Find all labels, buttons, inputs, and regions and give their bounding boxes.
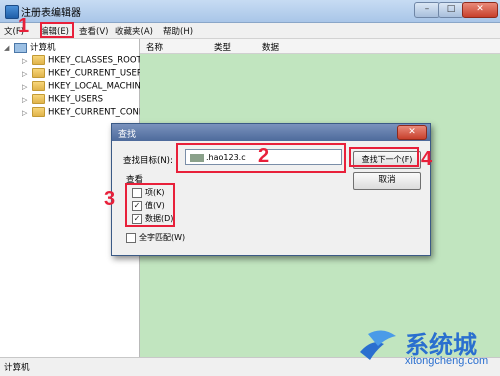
regedit-icon: [5, 5, 19, 19]
expand-arrow-icon[interactable]: ▷: [22, 70, 32, 78]
expand-arrow-icon[interactable]: ▷: [22, 96, 32, 104]
tree-item-hkcr[interactable]: ▷ HKEY_CLASSES_ROOT: [22, 55, 142, 67]
folder-icon: [32, 68, 45, 78]
checkbox-match-whole[interactable]: [126, 232, 136, 243]
annotation-box-3: [125, 183, 175, 227]
menu-view[interactable]: 查看(V): [79, 25, 108, 37]
close-button[interactable]: ✕: [462, 2, 498, 18]
expand-arrow-icon[interactable]: ▷: [22, 109, 32, 117]
folder-icon: [32, 94, 45, 104]
tree-item-computer[interactable]: ◢ 计算机: [4, 41, 56, 53]
list-header: 名称 类型 数据: [140, 39, 500, 54]
annotation-box-1: [40, 22, 74, 38]
cancel-button[interactable]: 取消: [353, 172, 421, 190]
option-match-whole[interactable]: 全字匹配(W): [126, 232, 185, 243]
window-title: 注册表编辑器: [21, 8, 81, 19]
dialog-title-bar: 查找 ✕: [112, 124, 430, 141]
find-target-label: 查找目标(N):: [123, 156, 173, 166]
tree-item-hku[interactable]: ▷ HKEY_USERS: [22, 94, 103, 106]
folder-icon: [32, 107, 45, 117]
expand-arrow-icon[interactable]: ▷: [22, 83, 32, 91]
column-data[interactable]: 数据: [262, 41, 279, 53]
tree-item-hklm[interactable]: ▷ HKEY_LOCAL_MACHINE: [22, 81, 146, 93]
tree-item-hkcc[interactable]: ▷ HKEY_CURRENT_CONFIG: [22, 107, 153, 119]
folder-icon: [32, 81, 45, 91]
annotation-number-2: 2: [258, 145, 270, 167]
minimize-button[interactable]: –: [414, 2, 440, 18]
menu-bar: 文(F) 编辑(E) 查看(V) 收藏夹(A) 帮助(H): [0, 23, 500, 39]
expand-arrow-icon[interactable]: ▷: [22, 57, 32, 65]
annotation-box-4: [349, 147, 419, 167]
menu-favorites[interactable]: 收藏夹(A): [115, 25, 153, 37]
title-bar: 注册表编辑器 – □ ✕: [0, 0, 500, 23]
watermark-url: xitongcheng.com: [405, 355, 489, 367]
expand-arrow-icon[interactable]: ◢: [4, 44, 14, 52]
annotation-number-4: 4: [421, 148, 433, 170]
annotation-number-1: 1: [18, 15, 30, 37]
watermark-logo-icon: [360, 330, 396, 360]
maximize-button[interactable]: □: [438, 2, 464, 18]
status-text: 计算机: [4, 363, 30, 373]
column-type[interactable]: 类型: [214, 41, 231, 53]
computer-icon: [14, 42, 27, 53]
annotation-number-3: 3: [104, 188, 116, 210]
folder-icon: [32, 55, 45, 65]
dialog-title: 查找: [118, 130, 137, 140]
dialog-close-button[interactable]: ✕: [397, 125, 427, 140]
tree-item-hkcu[interactable]: ▷ HKEY_CURRENT_USER: [22, 68, 143, 80]
column-name[interactable]: 名称: [146, 41, 163, 53]
menu-help[interactable]: 帮助(H): [163, 25, 193, 37]
